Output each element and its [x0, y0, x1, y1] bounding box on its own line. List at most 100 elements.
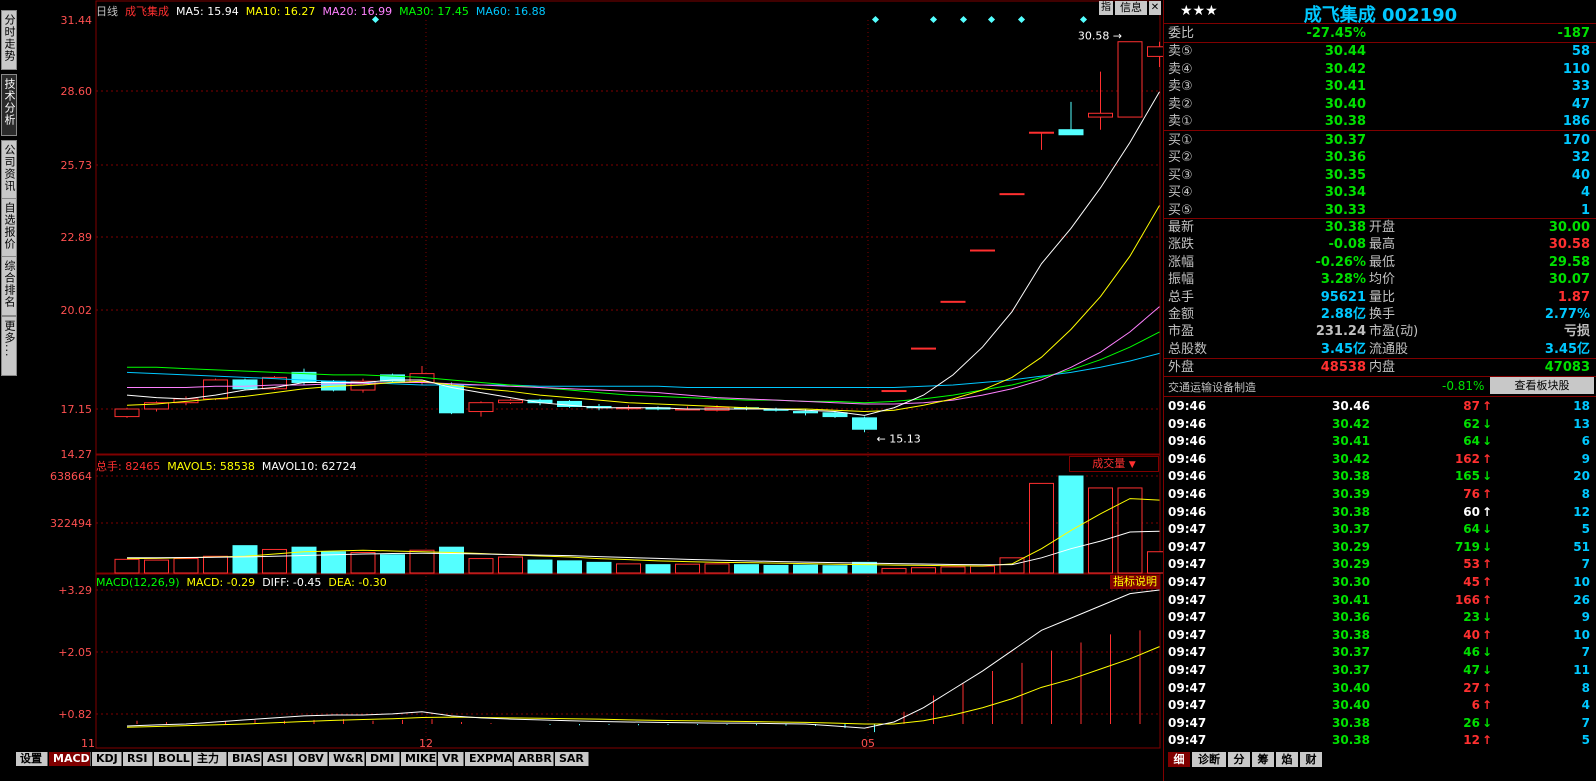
ma5-label: MA5: 15.94: [176, 5, 239, 18]
stock-name: 成飞集成: [125, 5, 169, 18]
tick-time: 09:47: [1168, 715, 1207, 730]
tick-volume: 166: [1454, 592, 1480, 607]
order-book-level: 买③ 30.35 40: [1166, 167, 1594, 184]
tick-time: 09:46: [1168, 469, 1207, 484]
tick-row: 09:46 30.39 76 ↑ 8: [1166, 486, 1594, 504]
detail-tab-4[interactable]: 焰: [1276, 752, 1298, 767]
indicator-button[interactable]: 指: [1099, 1, 1113, 15]
tick-count: 13: [1573, 416, 1590, 431]
level-label: 买⑤: [1168, 202, 1193, 218]
tab-ranking[interactable]: 综合排名: [1, 256, 17, 316]
kline-chart-area[interactable]: 31.44 28.60 25.73 22.89 20.02 17.15 14.27 63866…: [18, 0, 1163, 750]
tick-count: 9: [1581, 451, 1590, 466]
tick-volume: 12: [1463, 733, 1480, 748]
detail-tab-3[interactable]: 筹: [1252, 752, 1274, 767]
stat-row: 涨跌 -0.08 最高 30.58: [1166, 236, 1594, 253]
stat-label: 流通股: [1369, 341, 1409, 357]
tick-time: 09:47: [1168, 663, 1207, 677]
tick-volume: 64: [1463, 434, 1480, 449]
stat-label: 市盈: [1168, 324, 1195, 340]
candle-body: [940, 300, 966, 303]
neipan-label: 内盘: [1369, 360, 1396, 375]
detail-tab-1[interactable]: 诊断: [1192, 752, 1226, 767]
volume-bar: [380, 554, 405, 574]
tab-label: 分时走势: [3, 14, 16, 62]
event-marker-icon: [959, 15, 968, 24]
tick-count: 51: [1573, 539, 1590, 554]
diff-line: [126, 589, 1160, 729]
indicator-tab-14[interactable]: ARBR: [514, 752, 554, 766]
indicator-tab-10[interactable]: DMI: [366, 752, 400, 766]
tick-count: 20: [1573, 469, 1590, 484]
stat-value: -0.26%: [1315, 254, 1367, 270]
volume-bar: [1058, 475, 1084, 574]
tick-row: 09:47 30.30 45 ↑ 10: [1166, 574, 1594, 592]
indicator-tab-2[interactable]: KDJ: [92, 752, 122, 766]
detail-tab-0[interactable]: 细: [1168, 752, 1190, 767]
tab-more[interactable]: 更多...: [1, 316, 17, 376]
tick-row: 09:46 30.41 64 ↓ 6: [1166, 433, 1594, 451]
detail-tab-2[interactable]: 分: [1228, 752, 1250, 767]
tab-technical[interactable]: 技术分析: [1, 74, 17, 136]
tick-time: 09:47: [1168, 539, 1207, 554]
indicator-tab-12[interactable]: VR: [438, 752, 464, 766]
macd-tick-label: +3.29: [58, 584, 92, 597]
arrow-down-icon: ↓: [1482, 539, 1493, 554]
tick-count: 10: [1573, 575, 1590, 589]
chevron-down-icon: ▼: [1128, 460, 1136, 470]
level-price: 30.38: [1324, 114, 1366, 129]
volume-bar: [557, 560, 582, 574]
arrow-up-icon: ↑: [1482, 399, 1493, 413]
volume-bar: [763, 564, 789, 574]
tick-time: 09:46: [1168, 399, 1207, 413]
stat-value: -0.08: [1328, 237, 1366, 253]
order-book-level: 买① 30.37 170: [1166, 132, 1594, 149]
info-button[interactable]: 信息: [1115, 1, 1147, 15]
indicator-tab-4[interactable]: BOLL: [154, 752, 192, 766]
order-book-level: 买⑤ 30.33 1: [1166, 202, 1594, 219]
tick-row: 09:47 30.36 23 ↓ 9: [1166, 609, 1594, 627]
tick-count: 7: [1581, 645, 1590, 660]
tab-watchlist[interactable]: 自选报价: [1, 198, 17, 258]
indicator-tab-11[interactable]: MIKE: [401, 752, 437, 766]
indicator-tab-15[interactable]: SAR: [555, 752, 589, 766]
indicator-tab-9[interactable]: W&R: [329, 752, 365, 766]
indicator-select[interactable]: 成交量 ▼: [1069, 456, 1159, 472]
tick-count: 5: [1581, 733, 1590, 748]
level-label: 买④: [1168, 185, 1193, 200]
indicator-tab-1[interactable]: MACD: [49, 752, 91, 766]
date-label: 11: [81, 737, 95, 750]
indicator-tab-3[interactable]: RSI: [123, 752, 153, 766]
macd-help-button[interactable]: 指标说明: [1110, 575, 1160, 589]
tick-time: 09:46: [1168, 504, 1207, 519]
indicator-tab-8[interactable]: OBV: [294, 752, 328, 766]
indicator-tab-13[interactable]: EXPMA: [465, 752, 513, 766]
tick-row: 09:47 30.37 46 ↓ 7: [1166, 644, 1594, 662]
tab-company-info[interactable]: 公司资讯: [1, 140, 17, 200]
price-tick-label: 28.60: [61, 85, 93, 98]
candle-body: [1058, 129, 1084, 136]
tab-intraday[interactable]: 分时走势: [1, 10, 17, 70]
indicator-tab-6[interactable]: BIAS: [228, 752, 262, 766]
indicator-tab-7[interactable]: ASI: [263, 752, 293, 766]
left-tab-bar: 分时走势 技术分析 公司资讯 自选报价 综合排名 更多...: [0, 0, 18, 750]
indicator-tab-0[interactable]: 设置: [16, 752, 48, 766]
detail-tab-5[interactable]: 财: [1300, 752, 1322, 767]
arrow-up-icon: ↑: [1482, 487, 1493, 501]
view-sector-button[interactable]: 查看板块股: [1490, 377, 1594, 394]
volume-bar: [1117, 487, 1143, 574]
tick-count: 26: [1573, 592, 1590, 607]
stat-value: 30.38: [1324, 220, 1366, 235]
detail-tab-bar: 细诊断分筹焰财: [1164, 752, 1596, 768]
ma60-label: MA60: 16.88: [475, 5, 546, 18]
arrow-down-icon: ↓: [1482, 416, 1493, 431]
tab-label: 公司资讯: [3, 144, 16, 192]
close-icon[interactable]: ✕: [1149, 1, 1161, 15]
level-price: 30.33: [1324, 202, 1366, 218]
tick-count: 12: [1573, 504, 1590, 519]
order-book-level: 卖⑤ 30.44 58: [1166, 43, 1594, 60]
chart-header: 日线 成飞集成 MA5: 15.94 MA10: 16.27 MA20: 16.…: [96, 3, 546, 19]
arrow-up-icon: ↑: [1482, 575, 1493, 589]
indicator-tab-5[interactable]: 主力: [193, 752, 227, 766]
weibi-label: 委比: [1168, 26, 1195, 41]
